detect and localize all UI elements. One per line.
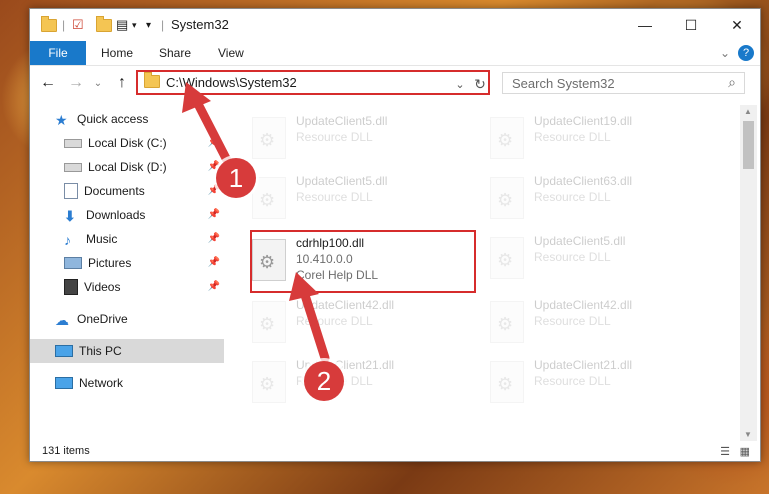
vertical-scrollbar[interactable]: ▲ ▼ [740,105,757,441]
close-button[interactable]: ✕ [714,9,760,41]
list-item[interactable]: UpdateClient21.dll Resource DLL [248,355,473,415]
tab-file[interactable]: File [30,41,86,65]
drive-icon [64,138,82,148]
dll-file-icon [490,301,524,343]
list-item[interactable]: UpdateClient42.dll Resource DLL [486,295,711,355]
drive-icon [64,162,82,172]
sidebar-item-pictures[interactable]: Pictures 📌 [30,251,224,275]
step-badge-2: 2 [304,361,344,401]
dll-file-icon [490,361,524,403]
documents-icon [64,183,78,199]
title-bar: | ☑ ▤ ▾ ▾ | System32 — ☐ ✕ [30,9,760,41]
cloud-icon: ☁ [55,312,69,328]
list-item[interactable]: UpdateClient5.dll Resource DLL [248,111,473,171]
address-path: C:\Windows\System32 [166,75,297,90]
list-item[interactable]: UpdateClient63.dll Resource DLL [486,171,711,231]
dll-file-icon [252,177,286,219]
dll-file-icon [490,177,524,219]
pictures-icon [64,257,82,269]
customize-chevron-icon[interactable]: ▾ [132,16,137,34]
recent-dropdown-icon[interactable]: ⌄ [88,73,108,93]
qa-dropdown-icon[interactable]: ▾ [146,16,151,34]
tab-home[interactable]: Home [101,41,133,65]
sidebar-item-network[interactable]: Network [30,371,224,395]
computer-icon [55,345,73,357]
list-item[interactable]: UpdateClient19.dll Resource DLL [486,111,711,171]
properties-icon[interactable]: ☑ [72,16,84,34]
search-icon: ⌕ [728,74,736,90]
pin-icon[interactable]: 📌 [208,257,220,268]
selected-file-highlight [250,230,476,293]
dll-file-icon [252,117,286,159]
separator: | [62,18,66,32]
list-item[interactable]: UpdateClient5.dll Resource DLL [248,171,473,231]
up-button[interactable]: ↑ [112,73,132,93]
sidebar-item-documents[interactable]: Documents 📌 [30,179,224,203]
refresh-button[interactable]: ↻ [470,74,490,94]
status-bar: 131 items ☰ ▦ [30,441,760,461]
dll-file-icon [490,237,524,279]
item-count: 131 items [42,445,90,457]
dll-file-icon [490,117,524,159]
new-folder-icon[interactable] [96,15,112,34]
sidebar-item-local-disk-c[interactable]: Local Disk (C:) 📌 [30,131,224,155]
navigation-bar: ← → ⌄ ↑ C:\Windows\System32 ⌄ ↻ Search S… [30,67,760,99]
search-input[interactable]: Search System32 ⌕ [502,72,745,94]
pin-icon[interactable]: 📌 [208,209,220,220]
back-button[interactable]: ← [38,73,58,93]
ribbon: File Home Share View ⌄ ? [30,41,760,66]
address-dropdown-icon[interactable]: ⌄ [450,74,470,94]
dll-file-icon [252,301,286,343]
download-icon: ⬇ [64,208,76,224]
window-title: System32 [171,17,229,32]
sidebar-item-quick-access[interactable]: ★ Quick access [30,107,224,131]
search-placeholder: Search System32 [512,75,615,91]
list-item[interactable]: UpdateClient42.dll Resource DLL [248,295,473,355]
tab-view[interactable]: View [218,41,244,65]
list-item[interactable]: UpdateClient21.dll Resource DLL [486,355,711,415]
step-badge-1: 1 [216,158,256,198]
forward-button[interactable]: → [66,73,86,93]
explorer-window: | ☑ ▤ ▾ ▾ | System32 — ☐ ✕ File Home Sha… [29,8,761,462]
network-icon [55,377,73,389]
quick-access-icon[interactable]: ▤ [116,16,128,34]
dll-file-icon [252,361,286,403]
pin-icon[interactable]: 📌 [208,137,220,148]
navigation-pane: ★ Quick access Local Disk (C:) 📌 Local D… [30,105,224,441]
address-bar[interactable]: C:\Windows\System32 [136,70,490,95]
ribbon-expand-icon[interactable]: ⌄ [720,41,730,65]
pin-icon[interactable]: 📌 [208,233,220,244]
sidebar-item-music[interactable]: ♪ Music 📌 [30,227,224,251]
pin-icon[interactable]: 📌 [208,281,220,292]
folder-icon [144,71,160,91]
help-icon[interactable]: ? [738,45,754,61]
scroll-up-icon[interactable]: ▲ [744,107,752,116]
tab-share[interactable]: Share [159,41,191,65]
maximize-button[interactable]: ☐ [668,9,714,41]
sidebar-item-downloads[interactable]: ⬇ Downloads 📌 [30,203,224,227]
sidebar-item-onedrive[interactable]: ☁ OneDrive [30,307,224,331]
sidebar-item-this-pc[interactable]: This PC [30,339,224,363]
folder-icon [41,15,57,34]
scroll-down-icon[interactable]: ▼ [744,430,752,439]
separator: | [161,18,165,32]
music-icon: ♪ [64,232,71,248]
large-icons-view-icon[interactable]: ▦ [740,445,750,458]
videos-icon [64,279,78,295]
details-view-icon[interactable]: ☰ [720,445,730,458]
scroll-thumb[interactable] [743,121,754,169]
sidebar-item-local-disk-d[interactable]: Local Disk (D:) 📌 [30,155,224,179]
minimize-button[interactable]: — [622,9,668,41]
sidebar-item-videos[interactable]: Videos 📌 [30,275,224,299]
star-icon: ★ [55,112,68,128]
list-item[interactable]: UpdateClient5.dll Resource DLL [486,231,711,291]
